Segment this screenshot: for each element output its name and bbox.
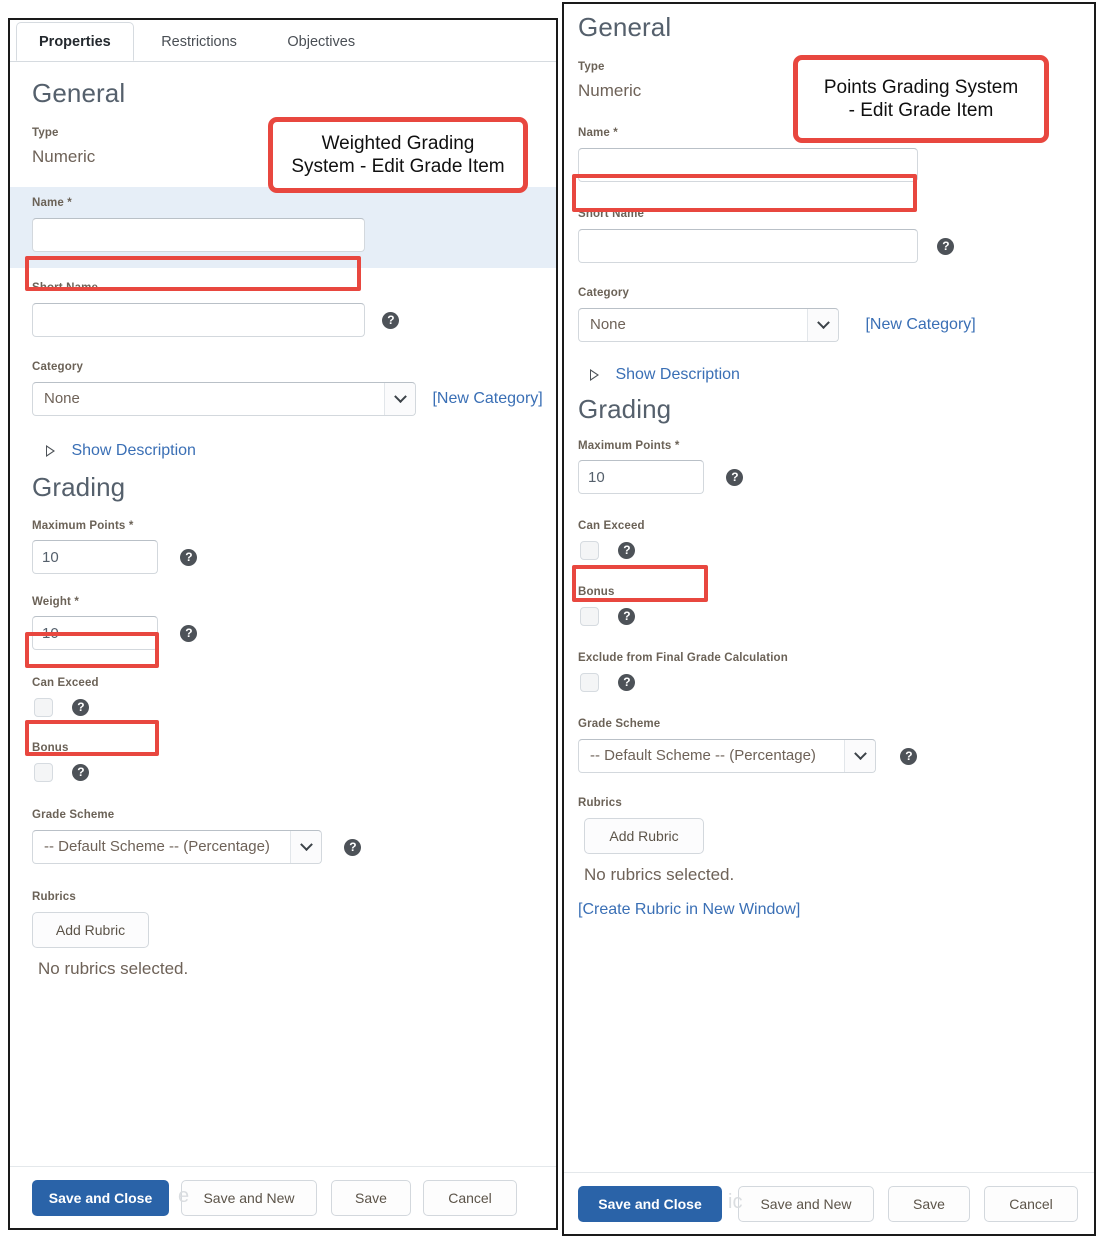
can-exceed-help-icon[interactable]: ? [72,699,90,716]
can-exceed-label: Can Exceed [32,677,99,689]
new-category-link-right[interactable]: [New Category] [865,316,975,333]
general-heading: General [32,78,126,108]
grade-scheme-help-icon[interactable]: ? [344,838,362,856]
exclude-from-final-grade-label: Exclude from Final Grade Calculation [578,652,788,664]
can-exceed-help-icon-right[interactable]: ? [618,542,636,559]
grade-scheme-label-right: Grade Scheme [578,718,661,730]
maximum-points-input[interactable] [32,540,158,574]
category-label-right: Category [578,287,630,299]
short-name-help-icon-right[interactable]: ? [937,237,955,255]
category-select-value: None [44,390,80,407]
no-rubrics-text-right: No rubrics selected. [584,865,735,884]
name-label: Name * [32,197,72,209]
name-input-right[interactable] [578,148,918,182]
save-button-right[interactable]: Save [888,1185,970,1222]
rubrics-label-right: Rubrics [578,797,622,809]
save-and-close-button-right[interactable]: Save and Close [578,1185,722,1222]
grading-heading-right: Grading [578,394,672,424]
ghost-text-right: ic [728,1191,743,1213]
cancel-button[interactable]: Cancel [423,1179,517,1216]
tab-restrictions[interactable]: Restrictions [138,22,260,61]
maximum-points-label-right: Maximum Points * [578,440,680,452]
grade-scheme-select-value: -- Default Scheme -- (Percentage) [44,838,270,855]
show-description-link[interactable]: Show Description [71,442,196,459]
left-panel-content: General Type Numeric Name * Short Name ?… [10,78,556,987]
tab-objectives[interactable]: Objectives [264,22,378,61]
right-panel-content: General Type Numeric Name * Short Name ?… [564,12,1094,927]
triangle-right-icon[interactable] [46,444,55,457]
no-rubrics-text: No rubrics selected. [38,959,189,978]
bonus-help-icon-right[interactable]: ? [618,608,636,625]
chevron-down-icon [384,383,415,415]
maximum-points-label: Maximum Points * [32,520,134,532]
category-select-value-right: None [590,316,626,333]
grade-scheme-select-right[interactable]: -- Default Scheme -- (Percentage) [578,739,876,773]
name-input[interactable] [32,218,365,252]
triangle-right-icon[interactable] [590,368,599,381]
save-button[interactable]: Save [331,1179,411,1216]
ghost-text-left: e [178,1185,190,1207]
bonus-checkbox-right[interactable] [580,607,599,626]
bonus-label: Bonus [32,742,69,754]
points-grading-annotation: Points Grading System - Edit Grade Item [793,55,1049,143]
can-exceed-checkbox[interactable] [34,698,53,717]
create-rubric-new-window-link[interactable]: [Create Rubric in New Window] [578,901,1094,919]
short-name-input-right[interactable] [578,229,918,263]
save-and-close-button[interactable]: Save and Close [32,1179,169,1216]
grade-scheme-label: Grade Scheme [32,809,115,821]
weight-help-icon[interactable]: ? [180,624,198,642]
grade-scheme-help-icon-right[interactable]: ? [900,747,918,765]
weighted-grading-annotation-text: Weighted Grading System - Edit Grade Ite… [291,132,505,177]
bonus-help-icon[interactable]: ? [72,764,90,781]
screenshot-root: Properties Restrictions Objectives Gener… [0,0,1104,1240]
chevron-down-icon [807,309,838,341]
cancel-button-right[interactable]: Cancel [984,1185,1078,1222]
exclude-from-final-grade-checkbox[interactable] [580,673,599,692]
short-name-label: Short Name [32,282,99,294]
maximum-points-input-right[interactable] [578,460,704,494]
weighted-grading-panel: Properties Restrictions Objectives Gener… [8,18,558,1230]
save-and-new-button-right[interactable]: Save and New [738,1185,874,1222]
add-rubric-button[interactable]: Add Rubric [32,912,149,948]
tab-properties[interactable]: Properties [16,22,134,61]
grading-heading: Grading [32,472,126,502]
bonus-label-right: Bonus [578,586,615,598]
short-name-input[interactable] [32,303,365,337]
short-name-help-icon[interactable]: ? [382,311,400,329]
general-heading-right: General [578,12,672,42]
grade-scheme-select[interactable]: -- Default Scheme -- (Percentage) [32,830,322,864]
left-footer-bar: Save and Close e Save and New Save Cance… [10,1166,556,1228]
bonus-checkbox[interactable] [34,763,53,782]
maximum-points-help-icon-right[interactable]: ? [726,468,744,486]
name-field-group: Name * [10,187,556,268]
maximum-points-help-icon[interactable]: ? [180,548,198,566]
grade-scheme-select-value-right: -- Default Scheme -- (Percentage) [590,747,816,764]
category-select[interactable]: None [32,382,416,416]
tab-bar: Properties Restrictions Objectives [10,20,556,62]
show-description-link-right[interactable]: Show Description [615,366,740,383]
weight-label: Weight * [32,596,79,608]
category-select-right[interactable]: None [578,308,839,342]
weighted-grading-annotation: Weighted Grading System - Edit Grade Ite… [268,117,528,193]
weight-input[interactable] [32,616,158,650]
points-grading-annotation-text: Points Grading System - Edit Grade Item [823,76,1019,121]
right-panel-body: General Type Numeric Name * Short Name ?… [564,4,1094,1172]
chevron-down-icon [290,831,321,863]
right-footer-bar: Save and Close ic Save and New Save Canc… [564,1172,1094,1234]
can-exceed-label-right: Can Exceed [578,520,645,532]
add-rubric-button-right[interactable]: Add Rubric [584,818,704,854]
category-label: Category [32,361,84,373]
can-exceed-checkbox-right[interactable] [580,541,599,560]
chevron-down-icon [844,740,875,772]
new-category-link[interactable]: [New Category] [432,390,542,407]
rubrics-label: Rubrics [32,891,76,903]
short-name-label-right: Short Name [578,208,645,220]
save-and-new-button[interactable]: Save and New [181,1179,317,1216]
points-grading-panel: General Type Numeric Name * Short Name ?… [562,2,1096,1236]
exclude-from-final-grade-help-icon[interactable]: ? [618,674,636,691]
